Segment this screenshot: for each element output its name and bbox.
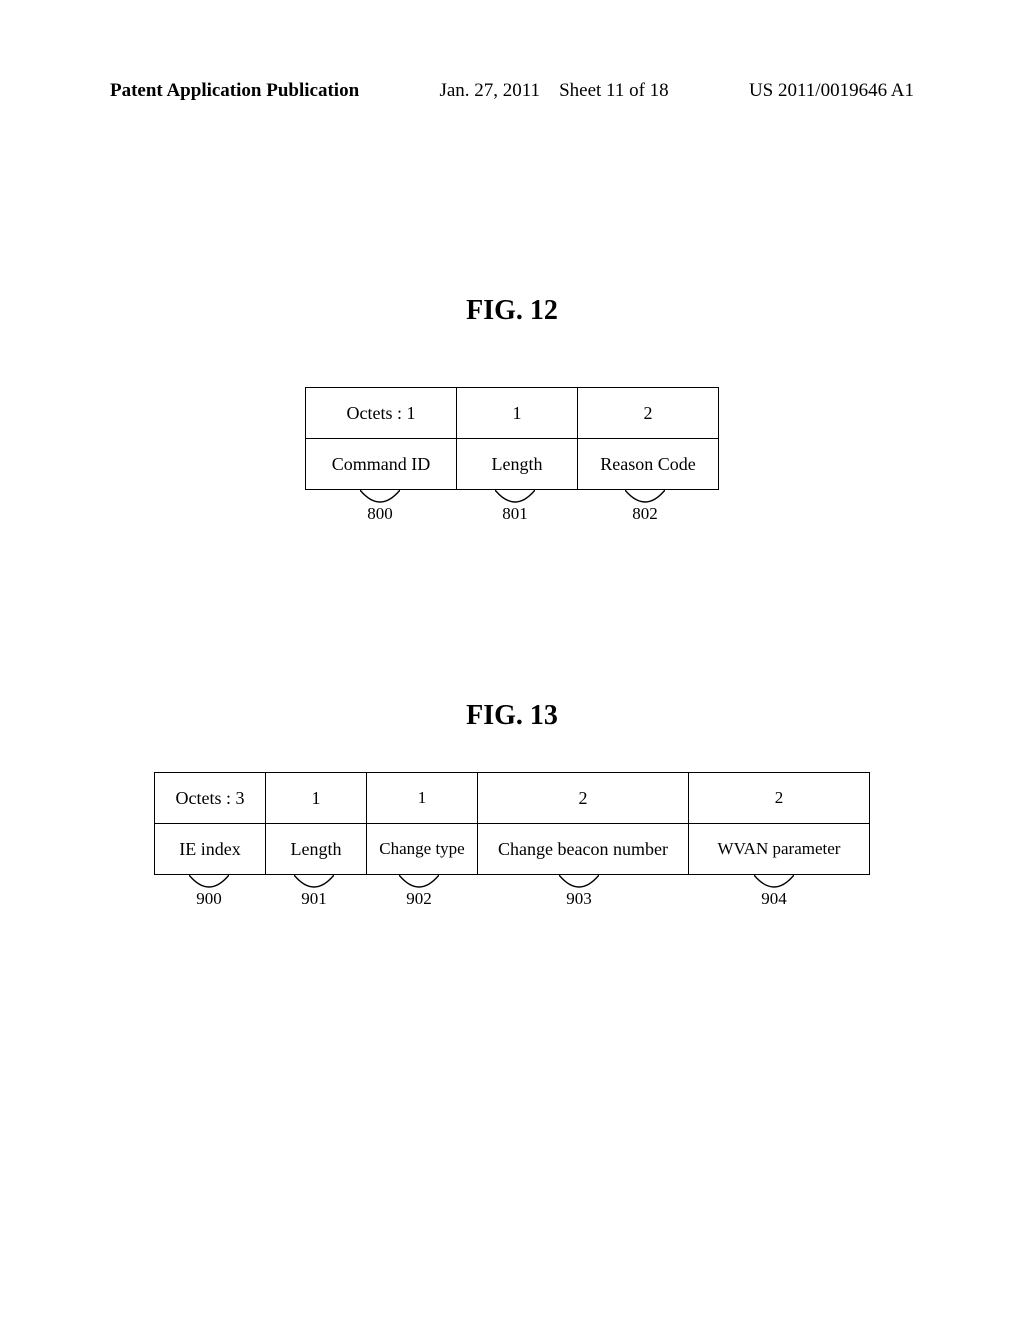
header-date: Jan. 27, 2011 xyxy=(439,80,540,101)
ref-label: 904 xyxy=(684,875,864,909)
fig13-table: Octets : 3 1 1 2 2 IE index Length Chang… xyxy=(154,772,870,875)
brace-icon xyxy=(495,490,535,504)
fig13-octets-cell: 1 xyxy=(266,773,367,824)
fig12-table-wrap: Octets : 1 1 2 Command ID Length Reason … xyxy=(305,387,719,524)
fig12-field-cell: Command ID xyxy=(306,439,457,490)
fig13-table-wrap: Octets : 3 1 1 2 2 IE index Length Chang… xyxy=(154,772,870,909)
ref-number: 901 xyxy=(301,889,327,909)
fig12-octets-cell: Octets : 1 xyxy=(306,388,457,439)
ref-number: 802 xyxy=(632,504,658,524)
ref-number: 902 xyxy=(406,889,432,909)
ref-label: 901 xyxy=(264,875,364,909)
ref-number: 903 xyxy=(566,889,592,909)
fig13-octets-cell: 2 xyxy=(478,773,689,824)
fig12-refs: 800 801 802 xyxy=(305,490,719,524)
ref-label: 902 xyxy=(364,875,474,909)
ref-number: 900 xyxy=(196,889,222,909)
table-row: Command ID Length Reason Code xyxy=(306,439,719,490)
ref-number: 801 xyxy=(502,504,528,524)
fig13-title: FIG. 13 xyxy=(466,700,558,732)
brace-icon xyxy=(559,875,599,889)
fig13-refs: 900 901 902 903 xyxy=(154,875,870,909)
fig13-field-cell: Change type xyxy=(367,824,478,875)
ref-number: 800 xyxy=(367,504,393,524)
fig12-octets-cell: 1 xyxy=(457,388,578,439)
fig12-field-cell: Length xyxy=(457,439,578,490)
figure-13: FIG. 13 Octets : 3 1 1 2 2 IE index Leng… xyxy=(0,700,1024,909)
ref-label: 800 xyxy=(305,490,455,524)
table-row: IE index Length Change type Change beaco… xyxy=(155,824,870,875)
page-header: Patent Application Publication Jan. 27, … xyxy=(110,80,914,102)
fig13-octets-cell: 1 xyxy=(367,773,478,824)
fig13-field-cell: WVAN parameter xyxy=(689,824,870,875)
fig13-octets-cell: Octets : 3 xyxy=(155,773,266,824)
header-sheet: Sheet 11 of 18 xyxy=(559,80,669,101)
fig12-octets-cell: 2 xyxy=(578,388,719,439)
fig13-field-cell: Change beacon number xyxy=(478,824,689,875)
fig12-field-cell: Reason Code xyxy=(578,439,719,490)
table-row: Octets : 1 1 2 xyxy=(306,388,719,439)
fig13-field-cell: Length xyxy=(266,824,367,875)
fig12-table: Octets : 1 1 2 Command ID Length Reason … xyxy=(305,387,719,490)
brace-icon xyxy=(399,875,439,889)
ref-label: 903 xyxy=(474,875,684,909)
header-left: Patent Application Publication xyxy=(110,80,359,102)
brace-icon xyxy=(625,490,665,504)
brace-icon xyxy=(754,875,794,889)
ref-label: 801 xyxy=(455,490,575,524)
ref-label: 900 xyxy=(154,875,264,909)
fig12-title: FIG. 12 xyxy=(466,295,558,327)
ref-label: 802 xyxy=(575,490,715,524)
figure-12: FIG. 12 Octets : 1 1 2 Command ID Length… xyxy=(0,295,1024,524)
fig13-field-cell: IE index xyxy=(155,824,266,875)
fig13-octets-cell: 2 xyxy=(689,773,870,824)
header-pubno: US 2011/0019646 A1 xyxy=(749,80,914,102)
brace-icon xyxy=(294,875,334,889)
ref-number: 904 xyxy=(761,889,787,909)
brace-icon xyxy=(360,490,400,504)
table-row: Octets : 3 1 1 2 2 xyxy=(155,773,870,824)
brace-icon xyxy=(189,875,229,889)
